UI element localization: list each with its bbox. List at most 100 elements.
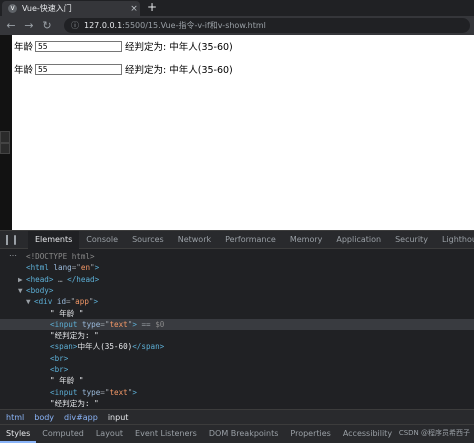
age-label: 年龄 bbox=[14, 65, 34, 76]
devtools-tab-network[interactable]: Network bbox=[171, 231, 218, 249]
dom-token: "经判定为: " bbox=[50, 331, 99, 341]
dom-token: text bbox=[109, 319, 128, 329]
vue-favicon-icon: V bbox=[8, 4, 17, 13]
breadcrumb-item[interactable]: input bbox=[108, 413, 129, 422]
dom-node-line[interactable]: "经判定为: " bbox=[0, 398, 474, 409]
watermark: CSDN @程序员希西子 bbox=[398, 429, 470, 437]
dom-token: > bbox=[93, 297, 99, 307]
side-panel-handle[interactable] bbox=[0, 131, 10, 143]
sub-tab-dom-breakpoints[interactable]: DOM Breakpoints bbox=[203, 425, 285, 443]
browser-tab-strip: V Vue-快速入门 × + bbox=[0, 0, 474, 16]
dom-token: <head> bbox=[26, 274, 54, 284]
dom-node-line[interactable]: "经判定为: " bbox=[0, 330, 474, 341]
devtools-tab-performance[interactable]: Performance bbox=[218, 231, 283, 249]
site-info-icon[interactable]: ⓘ bbox=[71, 20, 79, 31]
device-toolbar-icon[interactable] bbox=[14, 234, 16, 245]
devtools-tab-elements[interactable]: Elements bbox=[28, 230, 80, 249]
devtools-tab-memory[interactable]: Memory bbox=[283, 231, 330, 249]
dom-token: </span> bbox=[132, 342, 165, 352]
left-side-strip bbox=[0, 35, 12, 230]
sub-tab-event-listeners[interactable]: Event Listeners bbox=[129, 425, 203, 443]
dom-node-line[interactable]: ▼ <body> bbox=[0, 285, 474, 296]
dom-node-line[interactable]: <input type="text"> bbox=[0, 387, 474, 398]
dom-token: id bbox=[52, 297, 67, 307]
dom-token: en bbox=[80, 263, 91, 273]
inspect-element-icon[interactable] bbox=[6, 234, 8, 245]
dom-node-line[interactable]: <br> bbox=[0, 353, 474, 364]
dom-node-line[interactable]: <html lang="en"> bbox=[0, 262, 474, 273]
dom-token: <div bbox=[34, 297, 53, 307]
tab-title: Vue-快速入门 bbox=[22, 4, 72, 13]
forward-icon[interactable]: → bbox=[22, 19, 36, 33]
dom-node-line[interactable]: <input type="text"> == $0 bbox=[0, 318, 474, 331]
elements-tree: … <!DOCTYPE html> <html lang="en"> ▶ <head>… bbox=[0, 249, 474, 409]
side-panel-handle[interactable] bbox=[0, 143, 10, 154]
expand-triangle-icon[interactable]: ▼ bbox=[26, 296, 34, 307]
dom-token: " 年龄 " bbox=[50, 308, 84, 318]
age-result: 经判定为: 中年人(35-60) bbox=[125, 42, 233, 53]
sub-tab-properties[interactable]: Properties bbox=[284, 425, 336, 443]
dom-token: > bbox=[94, 263, 100, 273]
url-path: :5500/15.Vue-指令-v-if和v-show.html bbox=[122, 21, 266, 30]
browser-tab[interactable]: V Vue-快速入门 × bbox=[2, 1, 140, 16]
dom-token: … bbox=[53, 274, 68, 284]
dom-node-line[interactable]: " 年龄 " bbox=[0, 375, 474, 386]
dom-token: <input bbox=[50, 319, 78, 329]
dom-token: </head> bbox=[67, 274, 100, 284]
age-label: 年龄 bbox=[14, 42, 34, 53]
devtools-tab-console[interactable]: Console bbox=[79, 231, 125, 249]
dom-token: =" bbox=[66, 297, 76, 307]
devtools-tab-bar: Elements Console Sources Network Performance… bbox=[0, 230, 474, 249]
url-host: 127.0.0.1 bbox=[84, 21, 123, 30]
dom-token: =" bbox=[71, 263, 81, 273]
close-tab-icon[interactable]: × bbox=[128, 4, 140, 14]
sub-tab-layout[interactable]: Layout bbox=[90, 425, 129, 443]
dom-token: type bbox=[77, 387, 101, 397]
dom-token: <span> bbox=[50, 342, 78, 352]
devtools-tab-security[interactable]: Security bbox=[388, 231, 435, 249]
dom-token: <html bbox=[26, 263, 49, 273]
dom-node-line[interactable]: <span>中年人(35-60)</span> bbox=[0, 341, 474, 352]
devtools-tab-lighthouse[interactable]: Lighthouse bbox=[435, 231, 474, 249]
dom-token: app bbox=[75, 297, 89, 307]
age-result: 经判定为: 中年人(35-60) bbox=[125, 65, 233, 76]
sub-tab-styles[interactable]: Styles bbox=[0, 425, 37, 443]
devtools-sub-tabs: Styles Computed Layout Event Listeners DOM B… bbox=[0, 424, 474, 443]
breadcrumb-item[interactable]: div#app bbox=[64, 413, 98, 422]
age-input[interactable] bbox=[35, 63, 123, 75]
dom-token: <body> bbox=[26, 285, 54, 295]
age-row: 年龄 经判定为: 中年人(35-60) bbox=[14, 39, 233, 53]
dom-token: <br> bbox=[50, 365, 69, 374]
dom-token: == bbox=[136, 319, 156, 329]
devtools-tab-sources[interactable]: Sources bbox=[125, 231, 171, 249]
devtools-tab-application[interactable]: Application bbox=[329, 231, 388, 249]
dom-token: <!DOCTYPE html> bbox=[26, 252, 95, 261]
dom-node-line[interactable]: ▶ <head> … </head> bbox=[0, 274, 474, 285]
browser-toolbar: ← → ↻ ⓘ 127.0.0.1 :5500/15.Vue-指令-v-if和v… bbox=[0, 16, 474, 35]
dom-token: <br> bbox=[50, 353, 69, 363]
dom-token: $0 bbox=[155, 319, 165, 329]
dom-token: > bbox=[132, 387, 137, 397]
dom-node-line[interactable]: <br> bbox=[0, 364, 474, 375]
back-icon[interactable]: ← bbox=[4, 19, 18, 33]
dom-node-line[interactable]: ▼ <div id="app"> bbox=[0, 296, 474, 307]
new-tab-icon[interactable]: + bbox=[146, 1, 158, 15]
dom-node-line[interactable]: " 年龄 " bbox=[0, 308, 474, 319]
sub-tab-computed[interactable]: Computed bbox=[36, 425, 90, 443]
dom-token: <input bbox=[50, 387, 78, 397]
age-input[interactable] bbox=[35, 40, 123, 52]
sub-tab-accessibility[interactable]: Accessibility bbox=[337, 425, 398, 443]
expand-triangle-icon[interactable]: ▶ bbox=[18, 274, 26, 285]
address-bar[interactable]: ⓘ 127.0.0.1 :5500/15.Vue-指令-v-if和v-show.… bbox=[64, 18, 470, 33]
dom-token: text bbox=[109, 387, 128, 397]
dom-token: 中年人(35-60) bbox=[77, 342, 133, 352]
dom-token: " 年龄 " bbox=[50, 376, 84, 386]
page-viewport: 年龄 经判定为: 中年人(35-60) 年龄 经判定为: 中年人(35-60) bbox=[12, 35, 474, 230]
reload-icon[interactable]: ↻ bbox=[40, 19, 54, 33]
expand-triangle-icon[interactable]: ▼ bbox=[18, 285, 26, 296]
breadcrumb-item[interactable]: body bbox=[34, 413, 54, 422]
breadcrumb-item[interactable]: html bbox=[6, 413, 24, 422]
dom-token: "经判定为: " bbox=[50, 398, 99, 408]
dom-node-line[interactable]: <!DOCTYPE html> bbox=[0, 251, 474, 262]
devtools-tabs: Elements Console Sources Network Performance… bbox=[28, 230, 474, 249]
